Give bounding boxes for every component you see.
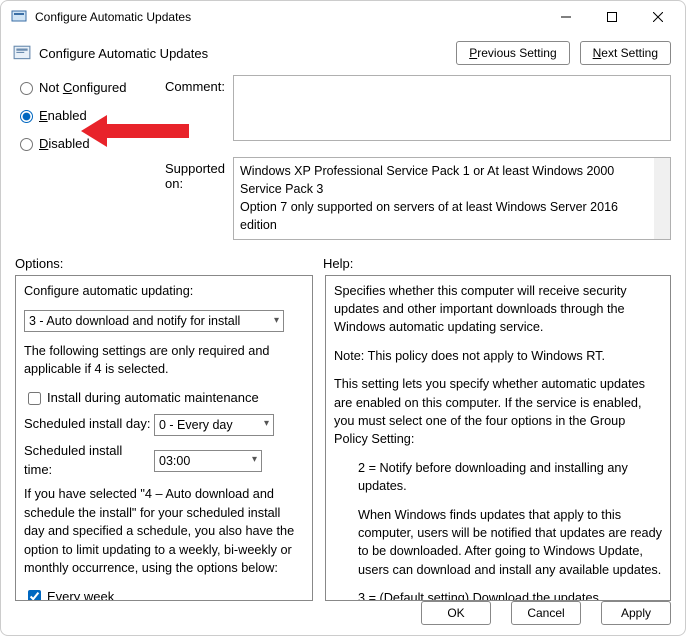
options-note: The following settings are only required…: [24, 342, 304, 379]
ok-button[interactable]: OK: [421, 601, 491, 625]
install-day-dropdown[interactable]: 0 - Every day▾: [154, 414, 274, 436]
policy-icon: [13, 44, 31, 62]
install-day-row: Scheduled install day: 0 - Every day▾: [24, 414, 304, 436]
radio-disabled[interactable]: Disabled: [15, 135, 165, 151]
options-label: Options:: [15, 256, 323, 271]
radio-enabled[interactable]: Enabled: [15, 107, 165, 123]
close-button[interactable]: [635, 2, 681, 32]
app-icon: [11, 9, 27, 25]
comment-textarea[interactable]: [233, 75, 671, 141]
footer-buttons: OK Cancel Apply: [421, 601, 671, 625]
window-title: Configure Automatic Updates: [35, 10, 543, 24]
comment-label: Comment:: [165, 75, 233, 151]
install-time-label: Scheduled install time:: [24, 442, 154, 480]
help-label: Help:: [323, 256, 353, 271]
next-setting-button[interactable]: Next Setting: [580, 41, 671, 65]
previous-setting-button[interactable]: Previous Setting: [456, 41, 569, 65]
radio-not-configured[interactable]: Not Configured: [15, 79, 165, 95]
install-time-row: Scheduled install time: 03:00▾: [24, 442, 304, 480]
header-row: Configure Automatic Updates Previous Set…: [1, 33, 685, 75]
chevron-down-icon: ▾: [264, 417, 269, 432]
config-grid: Not Configured Enabled Disabled Comment:…: [1, 75, 685, 248]
maximize-button[interactable]: [589, 2, 635, 32]
apply-button[interactable]: Apply: [601, 601, 671, 625]
supported-on-text: Windows XP Professional Service Pack 1 o…: [233, 157, 671, 240]
help-p3: This setting lets you specify whether au…: [334, 375, 662, 449]
options-panel[interactable]: Configure automatic updating: 3 - Auto d…: [15, 275, 313, 601]
chevron-down-icon: ▾: [252, 453, 257, 468]
supported-on-label: Supported on:: [165, 151, 233, 240]
help-p1: Specifies whether this computer will rec…: [334, 282, 662, 337]
help-panel[interactable]: Specifies whether this computer will rec…: [325, 275, 671, 601]
help-p6: 3 = (Default setting) Download the updat…: [334, 589, 662, 600]
install-maintenance-checkbox[interactable]: Install during automatic maintenance: [24, 389, 304, 408]
help-p4: 2 = Notify before downloading and instal…: [334, 459, 662, 496]
state-radios: Not Configured Enabled Disabled: [15, 75, 165, 151]
chevron-down-icon: ▾: [274, 314, 279, 329]
every-week-checkbox[interactable]: Every week: [24, 587, 304, 600]
help-p5: When Windows finds updates that apply to…: [334, 506, 662, 580]
install-day-label: Scheduled install day:: [24, 415, 154, 434]
options-heading: Configure automatic updating:: [24, 282, 304, 300]
section-labels: Options: Help:: [1, 248, 685, 275]
help-p2: Note: This policy does not apply to Wind…: [334, 347, 662, 365]
updating-dropdown[interactable]: 3 - Auto download and notify for install…: [24, 310, 284, 332]
minimize-button[interactable]: [543, 2, 589, 32]
dialog-window: Configure Automatic Updates Configure Au…: [0, 0, 686, 636]
cancel-button[interactable]: Cancel: [511, 601, 581, 625]
title-bar: Configure Automatic Updates: [1, 1, 685, 33]
install-time-dropdown[interactable]: 03:00▾: [154, 450, 262, 472]
schedule-note: If you have selected "4 – Auto download …: [24, 485, 304, 577]
panels-row: Configure automatic updating: 3 - Auto d…: [1, 275, 685, 601]
dialog-title: Configure Automatic Updates: [39, 46, 456, 61]
